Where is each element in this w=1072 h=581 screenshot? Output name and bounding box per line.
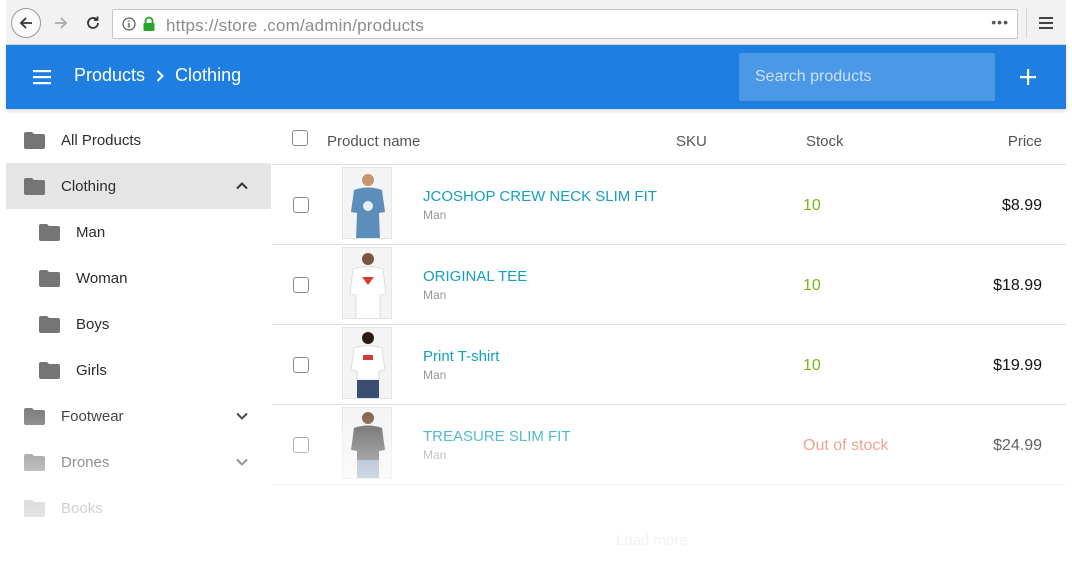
price-value: $18.99 [993,277,1042,294]
breadcrumb: Products Clothing [74,65,241,86]
info-icon[interactable] [122,17,136,31]
folder-icon [39,315,60,333]
folder-icon [39,361,60,379]
browser-window: https://store .com/admin/products ••• Pr… [6,0,1066,581]
folder-icon [24,453,45,471]
menu-icon[interactable] [30,67,54,87]
add-icon[interactable] [1016,65,1040,89]
sidebar-item-boys[interactable]: Boys [6,301,271,347]
back-button[interactable] [11,8,41,38]
select-all-checkbox[interactable] [292,130,308,146]
breadcrumb-products[interactable]: Products [74,65,145,86]
table-row[interactable]: ORIGINAL TEE Man 10 $18.99 [272,245,1066,325]
sidebar-item-label: Books [61,499,103,517]
chevron-down-icon[interactable] [235,409,249,423]
arrow-left-icon [19,17,32,29]
forward-button[interactable] [46,8,76,38]
folder-icon [24,131,45,149]
load-more-button[interactable]: Load more [616,532,688,549]
folder-icon [39,269,60,287]
product-category: Man [423,448,447,462]
chevron-down-icon[interactable] [235,455,249,469]
sidebar-item-clothing[interactable]: Clothing [6,163,271,209]
reload-icon [87,16,99,29]
row-checkbox[interactable] [293,277,309,293]
sidebar-item-label: Woman [76,269,128,287]
sidebar-item-label: Boys [76,315,110,333]
product-category: Man [423,368,447,382]
product-thumbnail[interactable] [342,327,392,399]
browser-toolbar: https://store .com/admin/products ••• [6,0,1066,45]
sidebar-item-drones[interactable]: Drones [6,439,271,485]
stock-value: Out of stock [803,437,889,454]
sidebar-item-label: All Products [61,131,142,149]
sidebar-item-label: Man [76,223,106,241]
row-checkbox[interactable] [293,197,309,213]
arrow-right-icon [55,17,68,29]
address-bar[interactable]: https://store .com/admin/products ••• [112,9,1018,39]
toolbar-divider [1026,8,1027,38]
product-image [343,248,391,318]
sidebar-item-label: Girls [76,361,107,379]
page-actions-icon[interactable]: ••• [991,14,1009,30]
product-thumbnail[interactable] [342,167,392,239]
column-header-sku[interactable]: SKU [676,133,707,150]
breadcrumb-clothing: Clothing [175,65,242,85]
reload-button[interactable] [78,8,108,38]
sidebar-item-label: Drones [61,453,110,471]
product-name-link[interactable]: JCOSHOP CREW NECK SLIM FIT [423,188,657,205]
sidebar-item-girls[interactable]: Girls [6,347,271,393]
product-image [343,408,391,478]
product-name-link[interactable]: Print T-shirt [423,348,499,365]
folder-icon [39,223,60,241]
chevron-up-icon[interactable] [235,179,249,193]
table-row[interactable]: JCOSHOP CREW NECK SLIM FIT Man 10 $8.99 [272,165,1066,245]
stock-value: 10 [803,357,821,374]
app-header: Products Clothing [6,45,1066,109]
price-value: $24.99 [993,437,1042,454]
sidebar-item-man[interactable]: Man [6,209,271,255]
search-box[interactable] [739,53,995,101]
table-row[interactable]: Print T-shirt Man 10 $19.99 [272,325,1066,405]
price-value: $19.99 [993,357,1042,374]
row-checkbox[interactable] [293,437,309,453]
folder-icon [24,407,45,425]
column-header-price[interactable]: Price [1008,133,1042,150]
product-category: Man [423,288,447,302]
lock-icon [143,16,155,31]
column-header-product-name[interactable]: Product name [327,133,420,150]
sidebar-item-label: Clothing [61,177,117,195]
product-image [343,168,391,238]
sidebar-item-woman[interactable]: Woman [6,255,271,301]
product-name-link[interactable]: ORIGINAL TEE [423,268,527,285]
sidebar-item-label: Footwear [61,407,124,425]
column-header-stock[interactable]: Stock [806,133,844,150]
folder-icon [24,499,45,517]
chevron-right-icon [156,69,164,82]
browser-menu-icon[interactable] [1036,13,1056,33]
url-text[interactable]: https://store .com/admin/products [166,16,424,36]
sidebar-item-footwear[interactable]: Footwear [6,393,271,439]
price-value: $8.99 [1001,197,1042,214]
product-category: Man [423,208,447,222]
table-row[interactable]: TREASURE SLIM FIT Man Out of stock $24.9… [272,405,1066,485]
table-header: Product name SKU Stock Price [272,117,1066,165]
sidebar-item-all-products[interactable]: All Products [6,117,271,163]
product-table: Product name SKU Stock Price JCOSHOP CRE… [272,117,1066,581]
folder-icon [24,177,45,195]
product-name-link[interactable]: TREASURE SLIM FIT [423,428,571,445]
product-thumbnail[interactable] [342,247,392,319]
sidebar-item-books[interactable]: Books [6,485,271,531]
sidebar: All Products Clothing Man Woman Boys Gir… [6,117,271,581]
search-input[interactable] [739,53,995,101]
product-thumbnail[interactable] [342,407,392,479]
product-image [343,328,391,398]
stock-value: 10 [803,197,821,214]
stock-value: 10 [803,277,821,294]
row-checkbox[interactable] [293,357,309,373]
